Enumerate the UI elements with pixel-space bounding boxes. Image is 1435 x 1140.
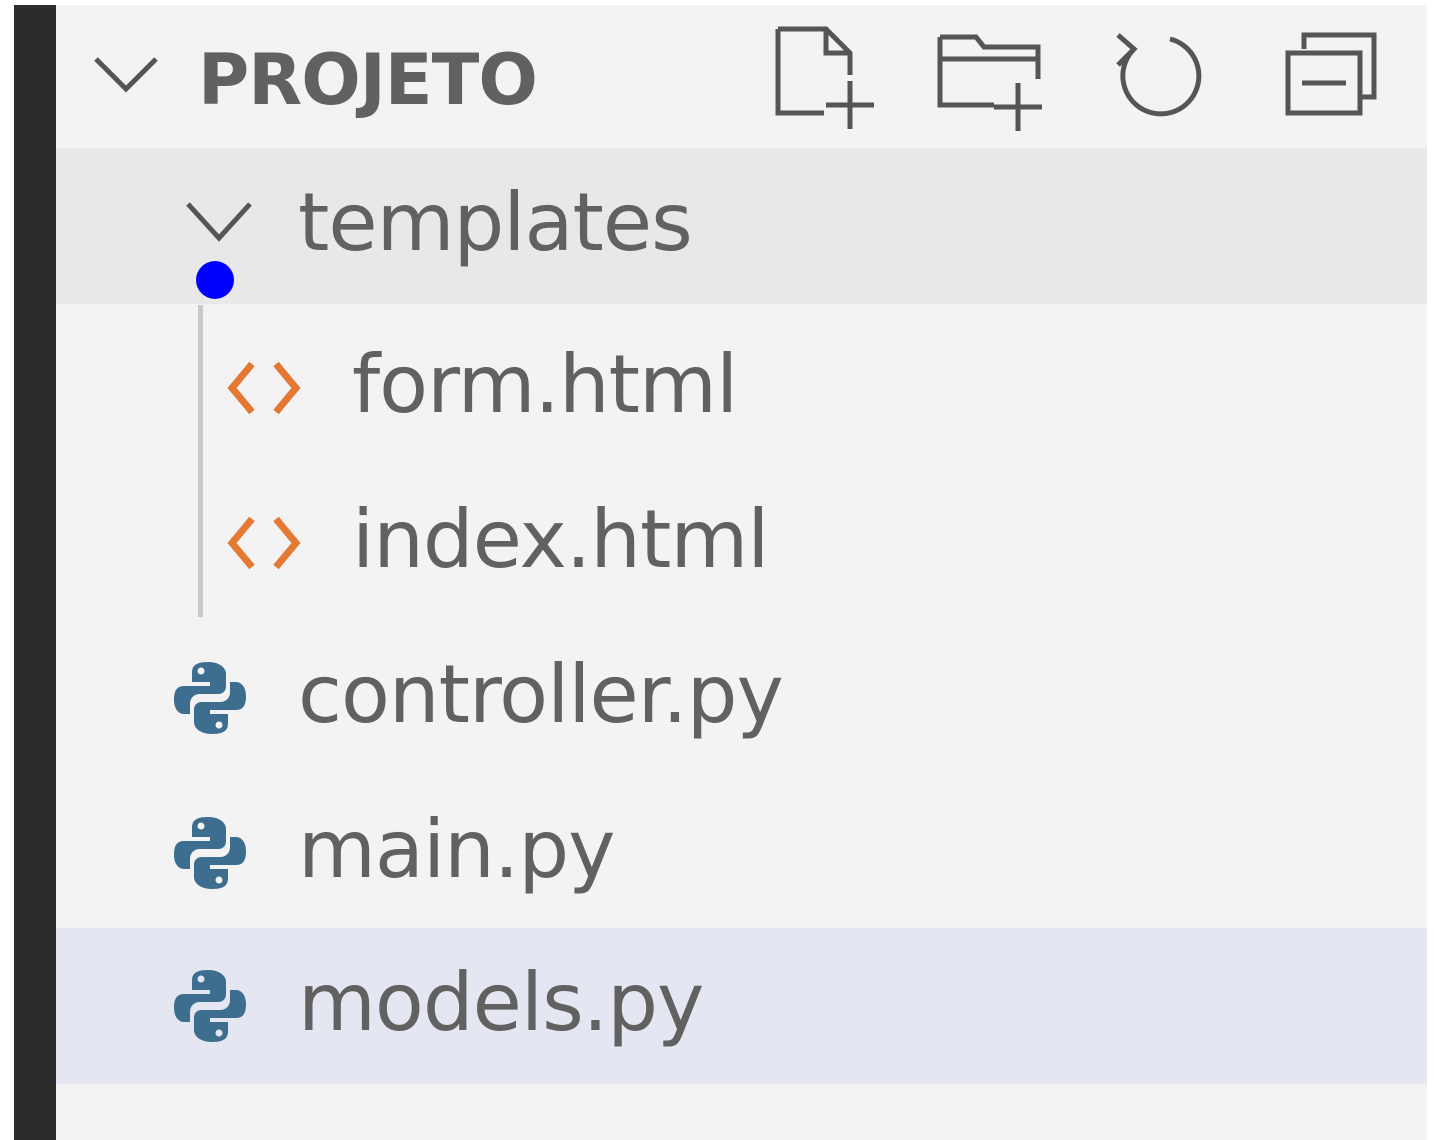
python-file-icon (174, 970, 246, 1042)
new-folder-icon (937, 34, 1042, 131)
python-file-icon (174, 817, 246, 889)
tree-item-main-py[interactable]: main.py (56, 775, 1427, 931)
activity-bar-edge (14, 5, 56, 1140)
refresh-icon (1116, 33, 1202, 117)
tree-item-templates[interactable]: templates (56, 148, 1427, 304)
chevron-down-icon[interactable] (92, 55, 160, 95)
html-file-icon (227, 361, 301, 415)
collapse-all-icon (1285, 32, 1377, 116)
section-title: PROJETO (198, 39, 538, 121)
tree-item-index-html[interactable]: index.html (56, 465, 1427, 621)
folder-label: templates (298, 176, 693, 269)
file-label: main.py (298, 803, 615, 896)
section-header[interactable]: PROJETO (56, 5, 1427, 148)
refresh-button[interactable] (1104, 25, 1214, 135)
file-label: index.html (352, 493, 770, 586)
collapse-all-button[interactable] (1278, 25, 1388, 135)
new-file-icon (775, 26, 874, 129)
tree-item-models-py[interactable]: models.py (56, 928, 1427, 1084)
explorer-window: PROJETO templates form.html index.html c… (0, 0, 1435, 1140)
tree-item-form-html[interactable]: form.html (56, 310, 1427, 466)
drag-indicator (196, 261, 234, 299)
file-label: models.py (298, 956, 704, 1049)
new-file-button[interactable] (770, 25, 880, 135)
tree-item-controller-py[interactable]: controller.py (56, 620, 1427, 776)
html-file-icon (227, 516, 301, 570)
chevron-down-icon[interactable] (184, 200, 254, 244)
file-label: form.html (352, 338, 738, 431)
explorer-panel: PROJETO templates form.html index.html c… (56, 5, 1427, 1140)
file-label: controller.py (298, 648, 784, 741)
new-folder-button[interactable] (936, 25, 1046, 135)
python-file-icon (174, 662, 246, 734)
